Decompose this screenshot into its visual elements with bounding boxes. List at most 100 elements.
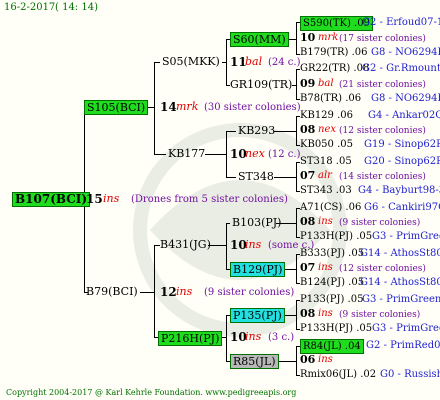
l2-queen-id[interactable]: P216H(PJ) — [158, 331, 223, 346]
l4-bot-queen[interactable]: B179(TR) .06 — [300, 47, 368, 59]
l4-bot-ref: G4 - Bayburt98-3 — [358, 185, 440, 196]
connector-line — [296, 208, 297, 238]
l2-ins-tag: ins — [245, 238, 262, 251]
l4-top-ref: G3 - PrimGreen00 — [362, 294, 440, 305]
l4-top-ref: G2 - PrimRed01 — [366, 340, 440, 351]
connector-line — [296, 69, 297, 100]
l4-num: 08 — [300, 215, 316, 228]
l4-ins: alr — [318, 170, 332, 181]
l2-note: (24 c.) — [268, 57, 301, 68]
l3-queen-id[interactable]: ST348 — [238, 171, 274, 183]
l4-num: 08 — [300, 307, 316, 320]
l4-num: 10 — [300, 31, 316, 44]
l4-bot-ref: G3 - PrimGreen00 — [372, 323, 440, 334]
connector-line — [226, 177, 236, 178]
l4-ins: ins — [318, 262, 333, 273]
connector-line — [205, 154, 226, 155]
root-queen-id[interactable]: B107(BCI) — [12, 192, 91, 207]
l4-top-queen[interactable]: KB129 .06 — [300, 110, 353, 122]
connector-line — [154, 245, 155, 338]
l4-bot-queen[interactable]: P133H(PJ) .05 — [300, 231, 372, 243]
l4-bot-ref: G0 - Russish — [380, 369, 440, 380]
l4-bot-queen[interactable]: P133H(PJ) .05 — [300, 323, 372, 335]
l4-ins: bal — [318, 78, 334, 89]
l4-note: (17 sister colonies) — [339, 34, 426, 44]
l2-ins-tag: nex — [245, 147, 265, 160]
connector-line — [154, 154, 166, 155]
l4-num: 06 — [300, 353, 316, 366]
l4-num: 09 — [300, 77, 316, 90]
connector-line — [296, 346, 297, 376]
l2-note: (12 c.) — [268, 149, 301, 160]
l1-queen-id[interactable]: S105(BCI) — [84, 100, 149, 115]
l3-queen-id[interactable]: KB293 — [238, 125, 275, 137]
l1-drone-count: 12 — [160, 285, 177, 299]
l4-bot-queen[interactable]: B124(PJ) .05 — [300, 277, 364, 289]
l4-top-queen[interactable]: A71(CS) .06 — [300, 202, 361, 214]
l4-note: (9 sister colonies) — [339, 310, 421, 320]
l4-bot-ref: G8 - NO6294R — [371, 47, 440, 58]
root-ins-tag: ins — [103, 192, 120, 205]
l3-queen-id[interactable]: R85(JL) — [230, 354, 279, 369]
connector-line — [154, 62, 155, 155]
l3-queen-id[interactable]: P135(PJ) — [230, 308, 285, 323]
l4-top-ref: G2 - Erfoud07-1Q — [362, 17, 440, 28]
l4-bot-queen[interactable]: ST343 .03 — [300, 185, 352, 197]
connector-line — [226, 223, 230, 224]
l2-note: (3 c.) — [268, 332, 295, 343]
connector-line — [296, 254, 297, 284]
l4-note: (21 sister colonies) — [339, 80, 426, 90]
footer-copyright: Copyright 2004-2017 @ Karl Kehrle Founda… — [6, 388, 297, 397]
l3-queen-id[interactable]: GR109(TR) — [230, 79, 292, 91]
l4-top-ref: G2 - Gr.Rmounta — [362, 63, 440, 74]
l4-note: (12 sister colonies) — [339, 126, 426, 136]
l4-top-queen[interactable]: B333(PJ) .05 — [300, 248, 364, 260]
l4-note: (9 sister colonies) — [339, 218, 421, 228]
l4-top-ref: G4 - Ankar02Q — [368, 110, 440, 121]
l1-drone-count: 14 — [160, 100, 177, 114]
connector-line — [154, 62, 160, 63]
l1-note: (30 sister colonies) — [204, 102, 301, 113]
l4-bot-queen[interactable]: B78(TR) .06 — [300, 93, 361, 105]
connector-line — [296, 116, 297, 146]
connector-line — [140, 292, 154, 293]
l4-bot-queen[interactable]: Rmix06(JL) .02 — [300, 369, 376, 381]
l3-queen-id[interactable]: B129(PJ) — [230, 262, 286, 277]
l1-queen-id[interactable]: B79(BCI) — [86, 286, 138, 298]
l4-ins: mrk — [318, 32, 339, 43]
l4-bot-queen[interactable]: KB050 .05 — [300, 139, 353, 151]
l1-ins-tag: mrk — [176, 100, 199, 113]
l1-note: (9 sister colonies) — [204, 287, 295, 298]
connector-line — [296, 22, 297, 55]
l4-ins: ins — [318, 216, 333, 227]
l4-top-ref: G14 - AthosSt80R — [360, 248, 440, 259]
l4-bot-ref: G14 - AthosSt80R — [360, 277, 440, 288]
l4-bot-ref: G8 - NO6294R — [371, 93, 440, 104]
l3-queen-id[interactable]: B103(PJ) — [232, 217, 281, 229]
connector-line — [226, 315, 227, 361]
l4-top-queen[interactable]: ST318 .05 — [300, 156, 352, 168]
connector-line — [226, 131, 236, 132]
l2-ins-tag: ins — [245, 330, 262, 343]
l4-top-queen[interactable]: P133(PJ) .05 — [300, 294, 363, 306]
header-time: ( 14: 14) — [55, 2, 98, 13]
l4-ins: ins — [318, 354, 333, 365]
l3-queen-id[interactable]: S60(MM) — [230, 32, 289, 47]
connector-line — [226, 131, 227, 177]
l4-ins: nex — [318, 124, 336, 135]
l4-top-queen[interactable]: GR22(TR) .08 — [300, 63, 369, 75]
l4-top-queen[interactable]: R84(JL) .04 — [300, 339, 364, 354]
root-note: (Drones from 5 sister colonies) — [131, 194, 288, 205]
connector-line — [226, 223, 227, 269]
l2-queen-id[interactable]: KB177 — [168, 148, 205, 160]
l2-queen-id[interactable]: B431(JG) — [160, 239, 211, 251]
root-drone-count: 15 — [86, 192, 103, 206]
l1-ins-tag: ins — [176, 285, 193, 298]
l4-note: (12 sister colonies) — [339, 264, 426, 274]
l4-num: 07 — [300, 261, 316, 274]
l4-top-ref: G6 - Cankiri97Q — [364, 202, 440, 213]
l4-note: (14 sister colonies) — [339, 172, 426, 182]
l2-queen-id[interactable]: S05(MKK) — [162, 56, 220, 68]
l4-num: 08 — [300, 123, 316, 136]
l4-bot-ref: G19 - Sinop62R — [364, 139, 440, 150]
